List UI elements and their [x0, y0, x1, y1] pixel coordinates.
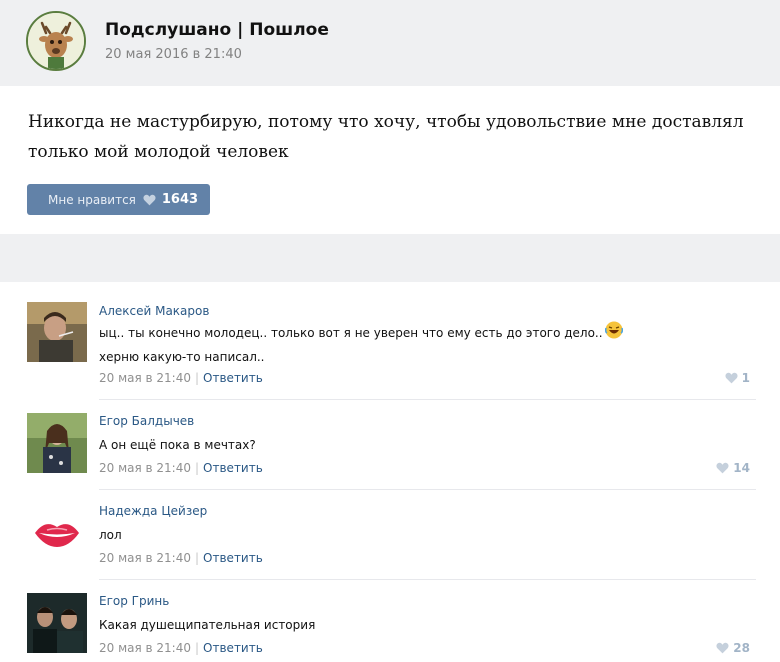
comment-date[interactable]: 20 мая в 21:40	[99, 551, 191, 565]
reply-link[interactable]: Ответить	[203, 461, 263, 475]
comment-like-button[interactable]: 1	[725, 371, 750, 385]
like-count: 1643	[161, 192, 199, 207]
reply-link[interactable]: Ответить	[203, 371, 263, 385]
post-header: Подслушано | Пошлое 20 мая 2016 в 21:40	[0, 0, 780, 86]
heart-icon	[716, 462, 729, 474]
comment-like-count: 1	[741, 371, 750, 385]
group-avatar[interactable]	[26, 11, 86, 71]
meta-separator: |	[195, 551, 200, 565]
comment-meta: 20 мая в 21:40 | Ответить	[99, 371, 263, 385]
comment-meta: 20 мая в 21:40 | Ответить	[99, 461, 263, 475]
user-photo-icon	[27, 413, 87, 473]
meta-separator: |	[195, 371, 200, 385]
post-text: Никогда не мастурбирую, потому что хочу,…	[28, 112, 744, 162]
user-photo-icon	[27, 593, 87, 653]
comment-author[interactable]: Егор Гринь	[99, 594, 169, 608]
avatar[interactable]	[27, 413, 87, 473]
avatar[interactable]	[27, 593, 87, 653]
reply-link[interactable]: Ответить	[203, 551, 263, 565]
comment-author[interactable]: Алексей Макаров	[99, 304, 209, 318]
comment-date[interactable]: 20 мая в 21:40	[99, 641, 191, 655]
meta-separator: |	[195, 461, 200, 475]
heart-icon	[143, 194, 156, 205]
group-name[interactable]: Подслушано | Пошлое	[105, 20, 329, 40]
reply-link[interactable]: Ответить	[203, 641, 263, 655]
heart-icon	[725, 372, 738, 384]
laughing-emoji-icon	[604, 321, 623, 346]
comment-like-button[interactable]: 14	[716, 461, 750, 475]
comment-like-button[interactable]: 28	[716, 641, 750, 655]
comment-text-part: херню какую-то написал..	[99, 350, 265, 364]
comment-text: Какая душещипательная история	[99, 618, 316, 632]
comment-divider	[99, 579, 756, 580]
comment-text: А он ещё пока в мечтах?	[99, 438, 256, 452]
comment-like-count: 14	[733, 461, 750, 475]
meta-separator: |	[195, 641, 200, 655]
lips-icon	[27, 503, 87, 563]
comment-author[interactable]: Егор Балдычев	[99, 414, 194, 428]
avatar[interactable]	[27, 302, 87, 362]
like-button[interactable]: Мне нравится 1643	[27, 184, 210, 215]
post-date[interactable]: 20 мая 2016 в 21:40	[105, 47, 242, 62]
comment-text-part: ыц.. ты конечно молодец.. только вот я н…	[99, 326, 603, 340]
comment-text: ыц.. ты конечно молодец.. только вот я н…	[99, 321, 659, 368]
user-photo-icon	[27, 302, 87, 362]
deer-icon	[28, 13, 84, 69]
comment-divider	[99, 489, 756, 490]
comment-date[interactable]: 20 мая в 21:40	[99, 461, 191, 475]
heart-icon	[716, 642, 729, 654]
comment-divider	[99, 399, 756, 400]
like-label: Мне нравится	[48, 192, 136, 207]
comment-meta: 20 мая в 21:40 | Ответить	[99, 551, 263, 565]
comment-like-count: 28	[733, 641, 750, 655]
comment-author[interactable]: Надежда Цейзер	[99, 504, 207, 518]
comment-meta: 20 мая в 21:40 | Ответить	[99, 641, 263, 655]
avatar[interactable]	[27, 503, 87, 563]
comment-text: лол	[99, 528, 122, 542]
comment-date[interactable]: 20 мая в 21:40	[99, 371, 191, 385]
section-divider	[0, 234, 780, 282]
